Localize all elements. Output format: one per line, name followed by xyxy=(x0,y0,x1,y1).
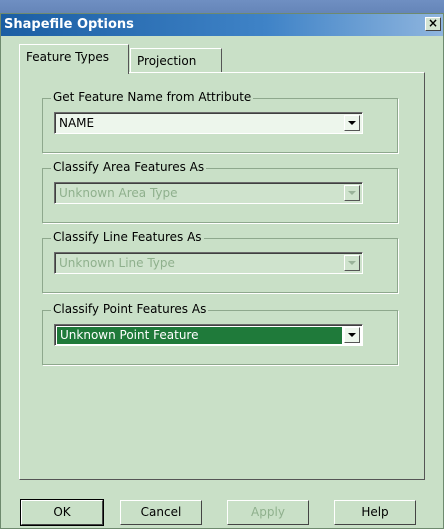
ok-button[interactable]: OK xyxy=(20,499,104,526)
cancel-button[interactable]: Cancel xyxy=(120,500,202,525)
feature-name-value: NAME xyxy=(59,116,95,130)
tab-projection[interactable]: Projection xyxy=(130,48,222,72)
chevron-down-icon xyxy=(344,255,360,271)
point-feature-dropdown[interactable]: Unknown Point Feature xyxy=(54,324,363,346)
point-feature-value: Unknown Point Feature xyxy=(57,327,342,344)
feature-name-label: Get Feature Name from Attribute xyxy=(51,90,254,104)
window-title: Shapefile Options xyxy=(4,17,134,32)
close-icon[interactable]: × xyxy=(425,17,441,31)
apply-button: Apply xyxy=(227,500,309,525)
feature-types-panel: Get Feature Name from Attribute NAME Cla… xyxy=(19,72,425,480)
point-features-group: Classify Point Features As Unknown Point… xyxy=(42,302,398,365)
chevron-down-icon[interactable] xyxy=(344,115,360,131)
area-type-dropdown: Unknown Area Type xyxy=(54,182,363,204)
point-features-label: Classify Point Features As xyxy=(51,302,209,316)
shapefile-options-dialog: Shapefile Options × Feature Types Projec… xyxy=(0,13,444,529)
line-features-label: Classify Line Features As xyxy=(51,230,204,244)
line-features-group: Classify Line Features As Unknown Line T… xyxy=(42,230,398,293)
help-button[interactable]: Help xyxy=(334,500,416,525)
title-bar[interactable]: Shapefile Options × xyxy=(1,14,443,36)
line-type-dropdown: Unknown Line Type xyxy=(54,252,363,274)
line-type-value: Unknown Line Type xyxy=(59,256,175,270)
chevron-down-icon xyxy=(344,185,360,201)
feature-name-dropdown[interactable]: NAME xyxy=(54,112,363,134)
area-features-label: Classify Area Features As xyxy=(51,160,207,174)
area-features-group: Classify Area Features As Unknown Area T… xyxy=(42,160,398,223)
tab-feature-types[interactable]: Feature Types xyxy=(19,44,129,74)
chevron-down-icon[interactable] xyxy=(344,327,360,343)
area-type-value: Unknown Area Type xyxy=(59,186,178,200)
feature-name-group: Get Feature Name from Attribute NAME xyxy=(42,90,398,153)
